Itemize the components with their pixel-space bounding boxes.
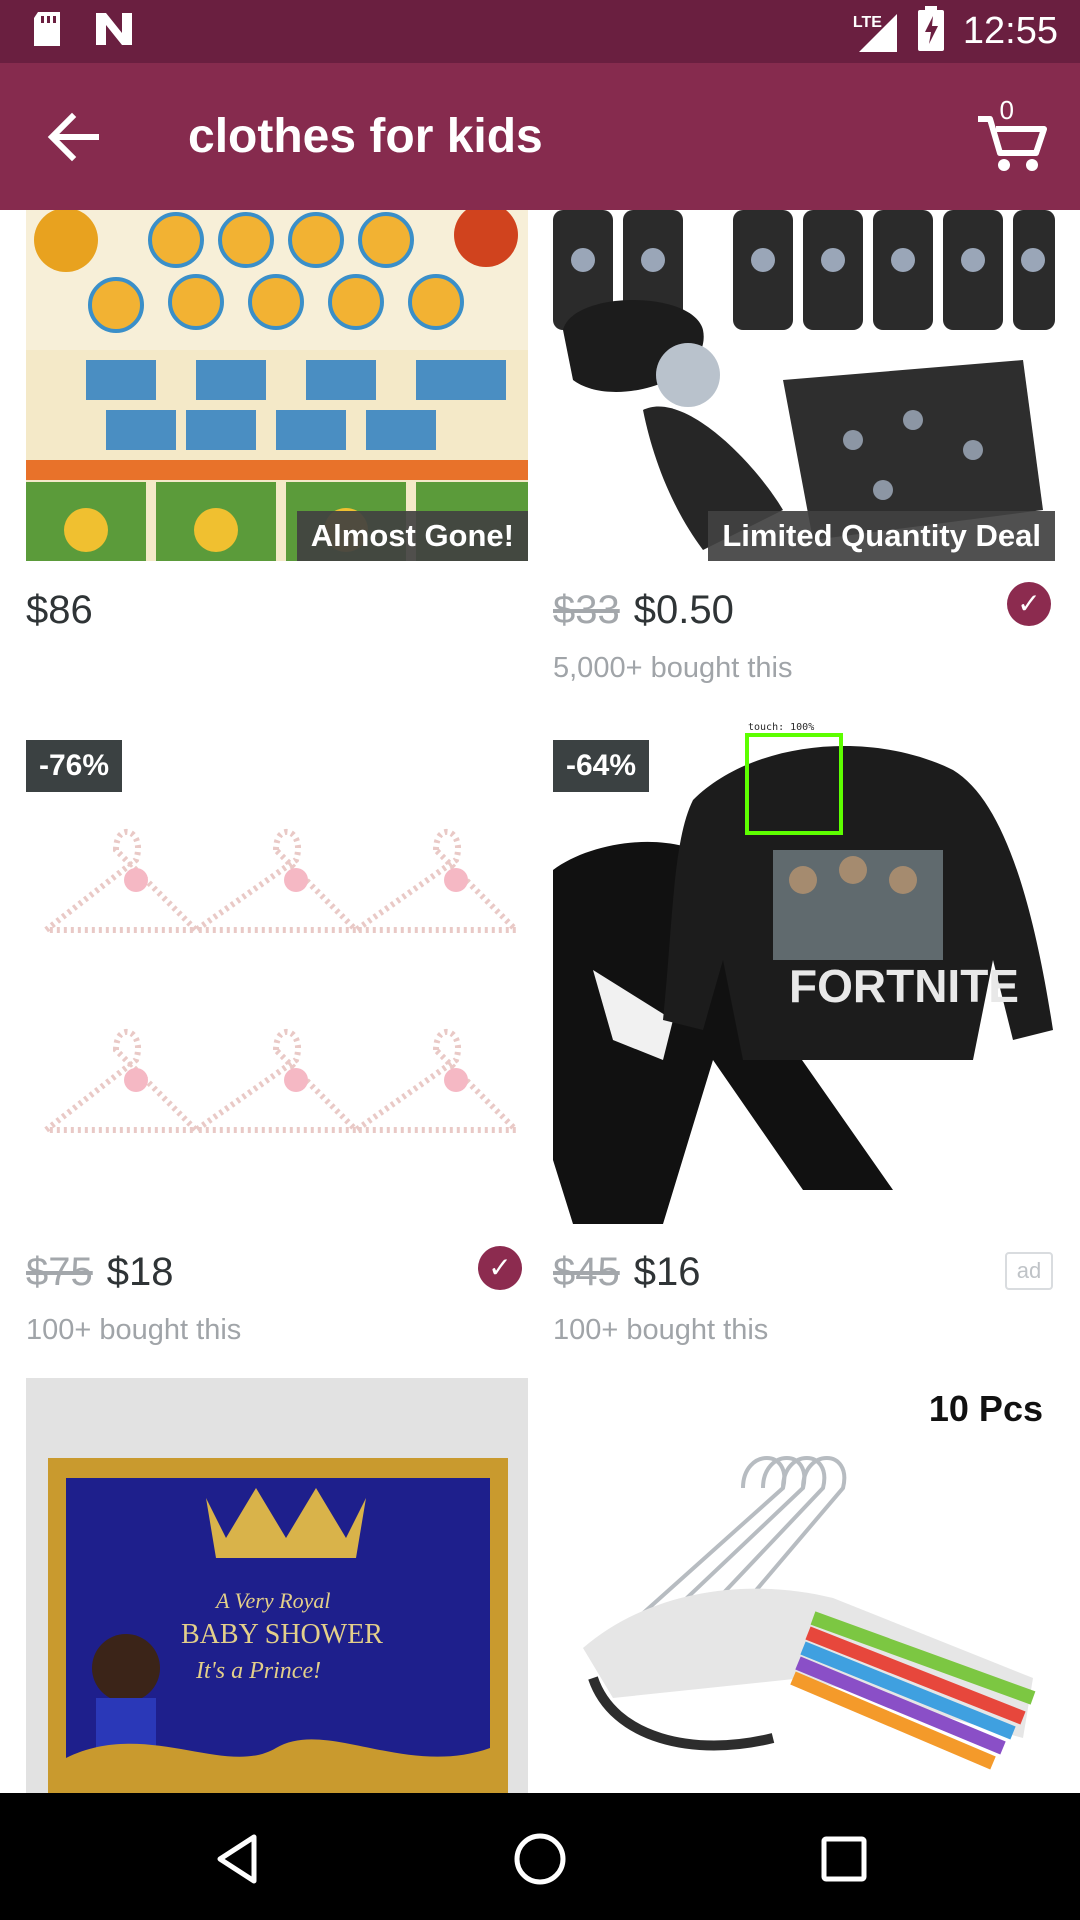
system-nav-bar (0, 1793, 1080, 1920)
status-bar: LTE 12:55 (0, 0, 1080, 63)
cart-button[interactable]: 0 (974, 95, 1050, 175)
price-row: $75 $18 (26, 1250, 174, 1295)
bought-count: 100+ bought this (26, 1314, 242, 1346)
image-text-line: It's a Prince! (195, 1658, 321, 1684)
bought-count: 100+ bought this (553, 1314, 769, 1346)
price-row: $45 $16 (553, 1250, 701, 1295)
touch-indicator (745, 733, 843, 835)
verified-badge-icon: ✓ (1007, 582, 1051, 626)
nav-recents-button[interactable] (814, 1829, 874, 1889)
battery-charging-icon (917, 6, 945, 57)
back-triangle-icon (217, 1834, 257, 1884)
back-button[interactable] (40, 103, 108, 171)
product-card[interactable]: Almost Gone! $86 (26, 210, 528, 710)
home-circle-icon (514, 1833, 566, 1885)
n-logo-icon (94, 11, 134, 52)
price: $0.50 (633, 588, 734, 632)
ad-label: ad (1005, 1252, 1053, 1290)
product-image[interactable]: 10 Pcs (553, 1378, 1055, 1793)
original-price: $45 (553, 1250, 620, 1294)
product-banner: Almost Gone! (296, 511, 528, 561)
bought-count: 5,000+ bought this (553, 652, 793, 684)
verified-badge-icon: ✓ (478, 1246, 522, 1290)
price-row: $86 (26, 588, 93, 633)
status-time: 12:55 (962, 10, 1058, 52)
page-title: clothes for kids (188, 110, 543, 163)
price: $86 (26, 588, 93, 632)
image-text-line: BABY SHOWER (181, 1619, 383, 1650)
discount-badge: -76% (26, 740, 123, 792)
nav-home-button[interactable] (510, 1829, 570, 1889)
recents-square-icon (821, 1836, 867, 1882)
app-bar: clothes for kids 0 (0, 63, 1080, 210)
nav-back-button[interactable] (210, 1829, 270, 1889)
touch-indicator-label: touch: 100% (748, 722, 815, 733)
product-grid[interactable]: Almost Gone! $86 Limited Quantity Deal $… (0, 210, 1080, 1793)
price-row: $33 $0.50 (553, 588, 734, 633)
product-banner: Limited Quantity Deal (708, 511, 1055, 561)
product-image[interactable]: Limited Quantity Deal (553, 210, 1055, 561)
status-right: LTE 12:55 (853, 6, 1058, 57)
image-text-line: A Very Royal (214, 1588, 330, 1613)
status-left (30, 10, 134, 53)
product-card[interactable]: -76% $75 $18 ✓ 100+ bought this (26, 740, 528, 1346)
product-image[interactable]: Almost Gone! (26, 210, 528, 561)
pieces-label: 10 Pcs (928, 1388, 1043, 1429)
discount-badge: -64% (553, 740, 650, 792)
product-image[interactable]: -76% (26, 740, 528, 1220)
product-image[interactable]: A Very Royal BABY SHOWER It's a Prince! (26, 1378, 528, 1793)
product-card[interactable]: A Very Royal BABY SHOWER It's a Prince! (26, 1378, 528, 1793)
original-price: $75 (26, 1250, 93, 1294)
original-price: $33 (553, 588, 620, 632)
product-card[interactable]: 10 Pcs (553, 1378, 1055, 1793)
cart-count-badge: 0 (999, 95, 1014, 125)
product-card[interactable]: Limited Quantity Deal $33 $0.50 ✓ 5,000+ … (553, 210, 1055, 710)
price: $16 (633, 1250, 701, 1294)
arrow-back-icon (47, 112, 99, 162)
svg-text:FORTNITE: FORTNITE (789, 960, 1019, 1012)
price: $18 (106, 1250, 174, 1294)
signal-icon: LTE (853, 10, 899, 54)
sd-card-icon (30, 10, 64, 53)
